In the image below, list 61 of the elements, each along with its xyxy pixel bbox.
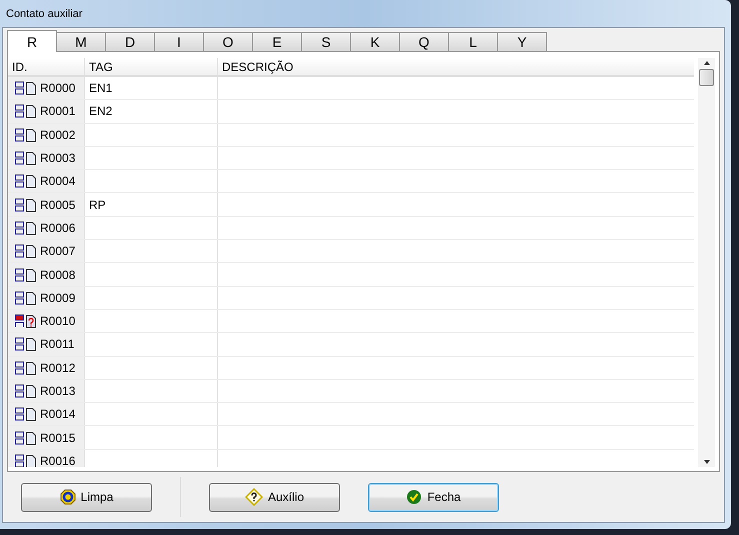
contact-document-icon [14,128,38,142]
row-id: R0002 [40,128,76,142]
tab[interactable]: O [203,32,253,51]
scroll-thumb[interactable] [699,69,714,86]
contact-document-icon [14,174,38,188]
contact-document-icon [14,407,38,422]
row-id: R0009 [40,290,76,305]
row-id: R0006 [40,220,76,235]
tag-cell: RP [89,198,106,212]
row-id: R0007 [40,244,76,258]
action-button[interactable]: Fecha [368,482,499,512]
row-id: R0013 [40,384,76,398]
tab[interactable]: I [154,32,204,51]
contact-document-icon [14,104,38,118]
tab[interactable]: L [448,32,498,51]
contact-document-icon [14,220,38,235]
scrollbar[interactable] [698,58,715,467]
help-icon [244,488,263,506]
window-title: Contato auxiliar [6,8,82,20]
contact-document-icon [14,81,38,96]
row-id: R0008 [40,268,76,282]
scroll-down-icon[interactable] [702,459,710,465]
tab[interactable]: D [105,32,155,51]
tag-cell: EN1 [89,81,112,96]
contact-document-icon [14,198,38,212]
contact-document-icon [14,151,38,166]
scroll-up-icon[interactable] [702,60,710,66]
tab[interactable]: E [252,32,302,51]
action-button[interactable]: Limpa [21,482,152,512]
refresh-icon [60,489,76,505]
row-id: R0001 [40,104,76,118]
contact-document-icon [14,290,38,305]
alert-status-icon [14,314,38,328]
contact-document-icon [14,244,38,258]
column-header: TAG [85,58,218,75]
tag-cell: EN2 [89,104,112,118]
tab[interactable]: Q [399,32,449,51]
contact-document-icon [14,268,38,282]
row-id: R0005 [40,198,76,212]
contact-document-icon [14,360,38,375]
row-id: R0011 [40,337,74,352]
tab[interactable]: S [301,32,351,51]
contact-document-icon [14,430,38,445]
row-id: R0000 [40,81,76,96]
tab[interactable]: K [350,32,400,51]
row-id: R0004 [40,174,76,188]
tab[interactable]: M [56,32,106,51]
row-id: R0010 [40,314,76,328]
row-id: R0016 [40,454,76,467]
row-id: R0014 [40,407,76,422]
action-button[interactable]: Auxílio [209,482,340,512]
tab[interactable]: R [7,30,57,52]
check-icon [406,489,422,505]
row-id: R0012 [40,360,76,375]
column-header: DESCRIÇÃO [221,58,294,75]
row-id: R0015 [40,430,76,445]
contact-document-icon [14,337,38,352]
column-header: ID. [8,58,85,75]
row-id: R0003 [40,151,76,166]
contact-document-icon [14,384,38,398]
tab[interactable]: Y [497,32,547,51]
